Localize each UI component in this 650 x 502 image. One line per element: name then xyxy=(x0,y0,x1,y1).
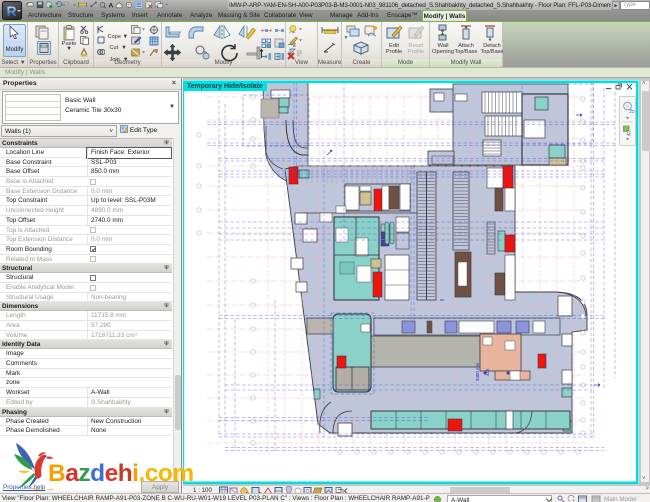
svg-text:2D: 2D xyxy=(629,109,635,114)
svg-text:9400 mm: 9400 mm xyxy=(475,362,480,381)
svg-text:A: A xyxy=(108,2,113,9)
